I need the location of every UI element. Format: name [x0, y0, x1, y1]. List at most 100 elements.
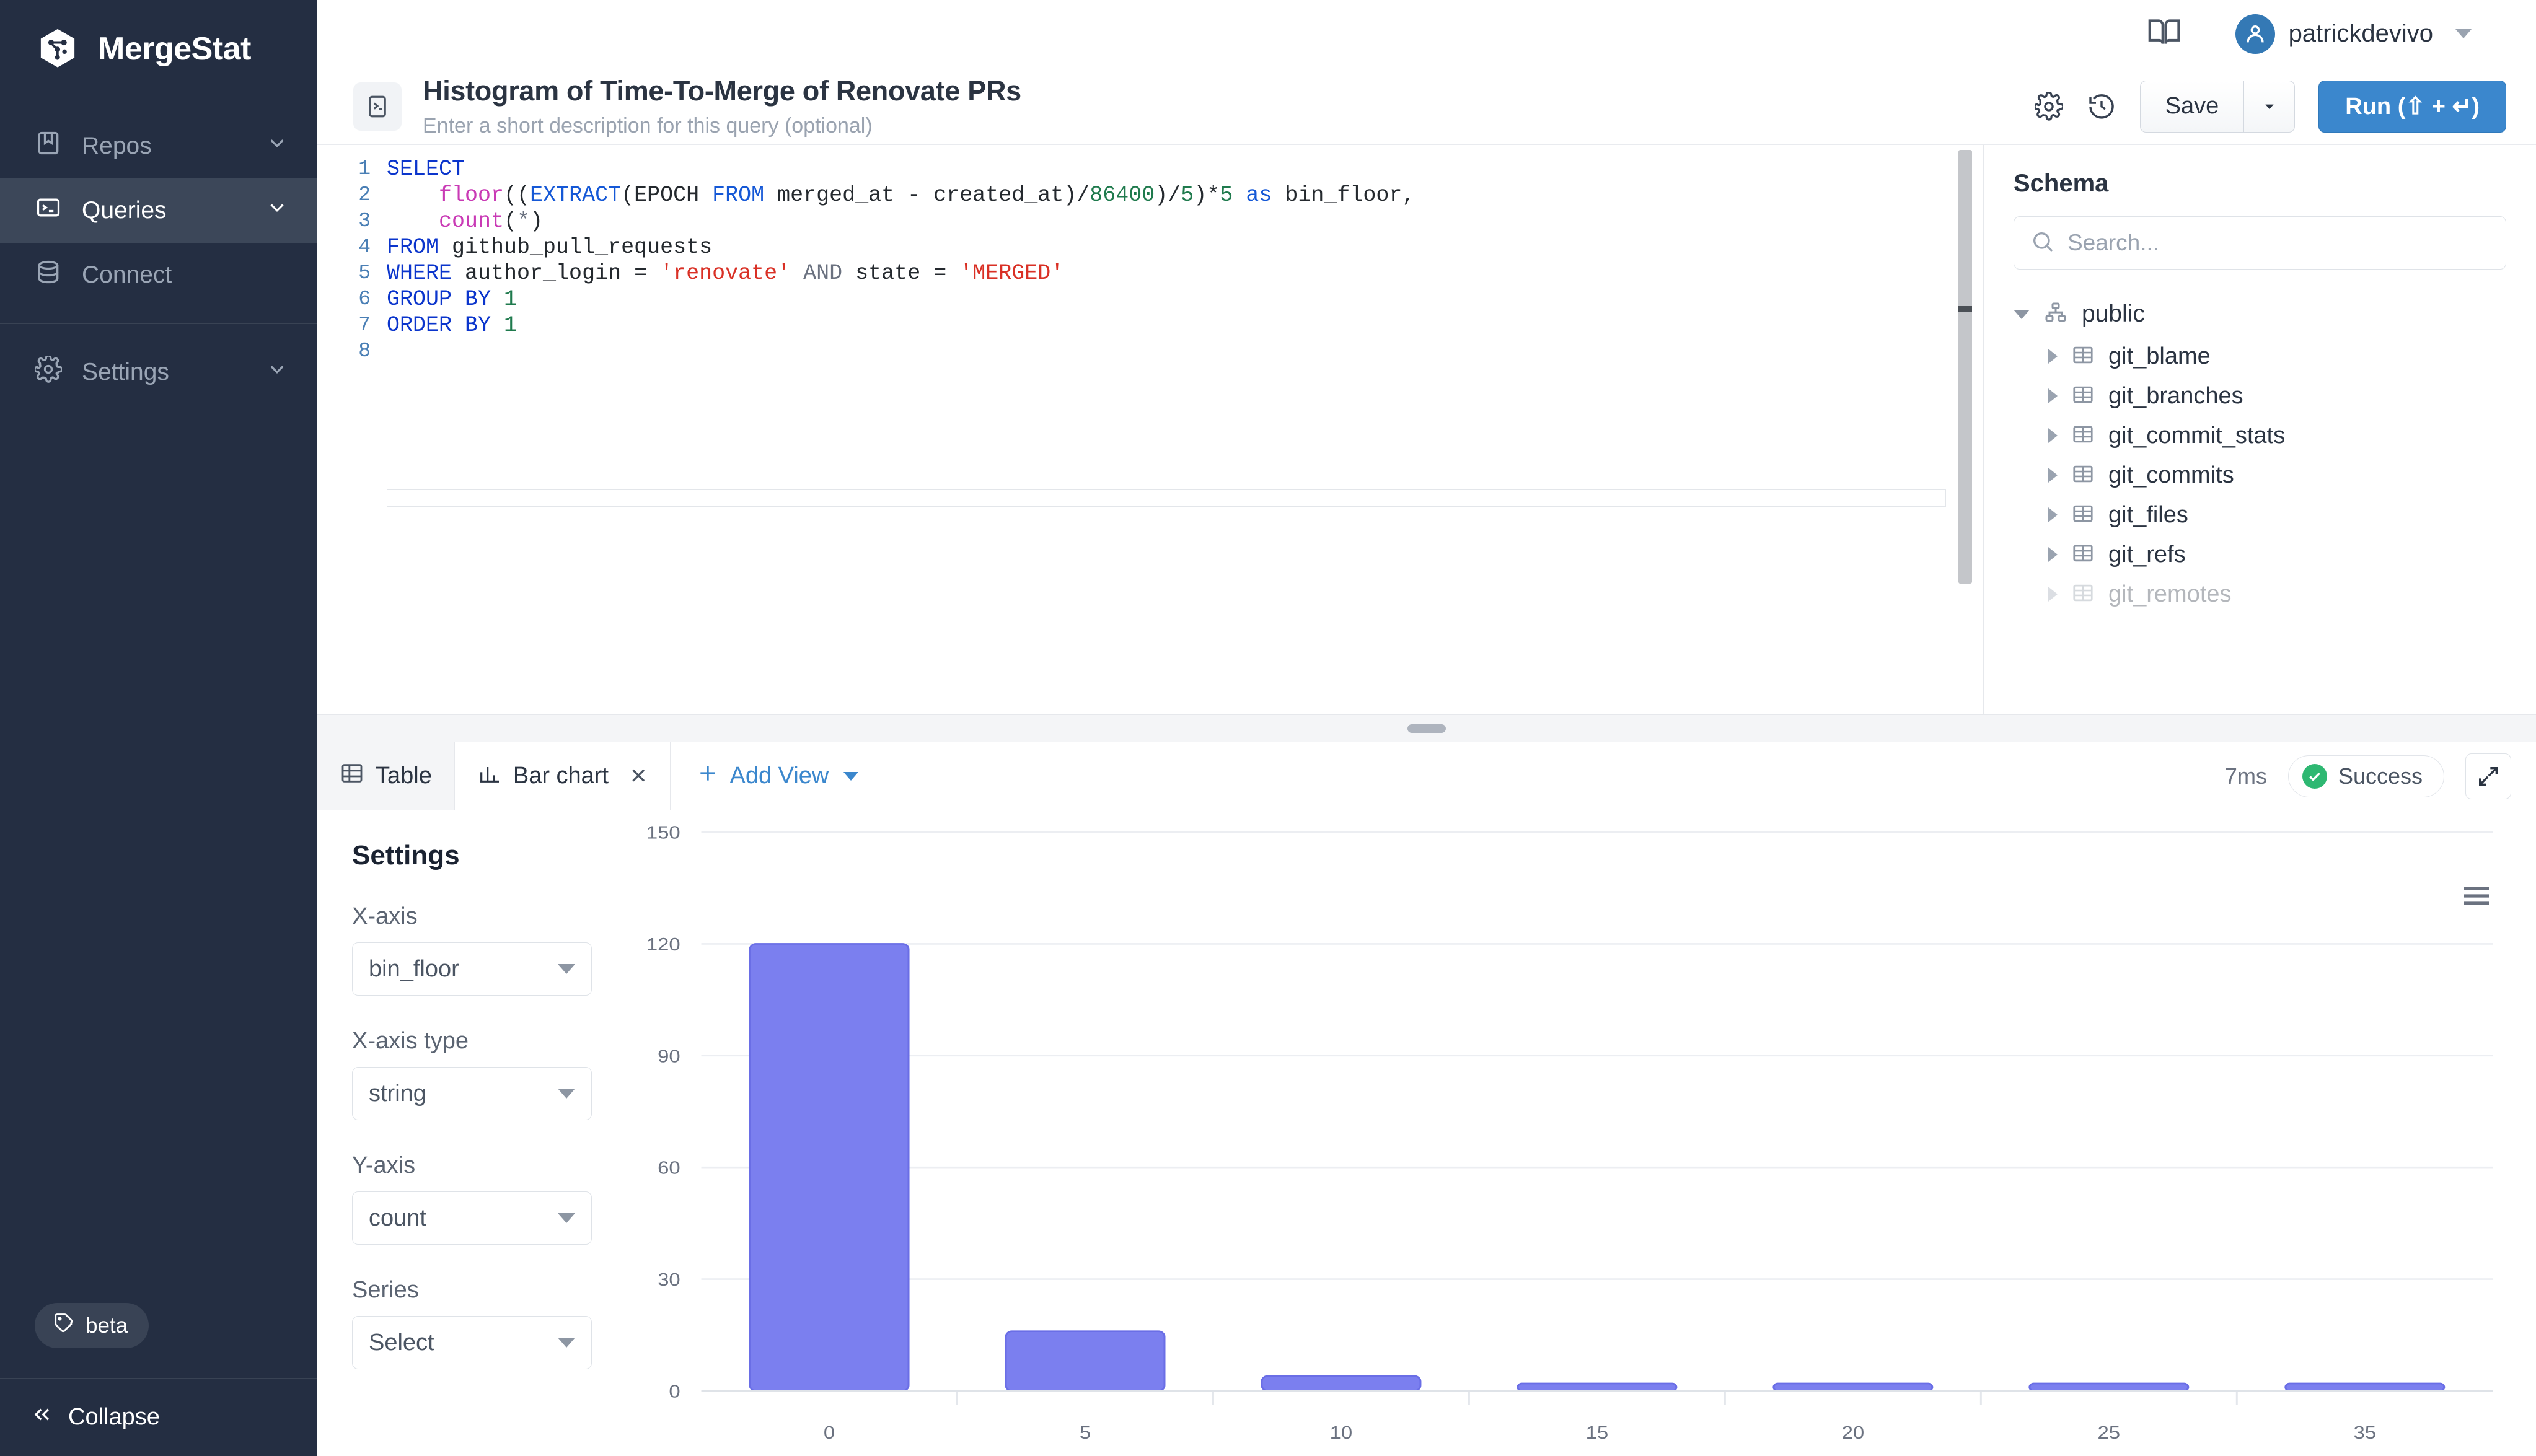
docs-button[interactable]	[2126, 15, 2203, 53]
query-header: Histogram of Time-To-Merge of Renovate P…	[317, 68, 2536, 145]
series-label: Series	[352, 1277, 592, 1304]
query-actions: Save Run (⇧ + ↵)	[2035, 81, 2506, 133]
schema-title: Schema	[2014, 170, 2506, 198]
chart-bar[interactable]	[2030, 1384, 2188, 1391]
query-description-input[interactable]: Enter a short description for this query…	[423, 114, 2014, 138]
sidebar-item-connect[interactable]: Connect	[0, 243, 317, 307]
code-line: 2 floor((EXTRACT(EPOCH FROM merged_at - …	[317, 182, 1983, 208]
editor-scrollbar-thumb[interactable]	[1958, 150, 1972, 584]
editor-scrollbar[interactable]	[1958, 150, 1972, 714]
schema-table-item[interactable]: git_refs	[2014, 535, 2506, 574]
x-axis-tick-label: 20	[1842, 1423, 1865, 1443]
table-icon	[2071, 343, 2095, 370]
schema-table-item[interactable]: git_remotes	[2014, 574, 2506, 614]
x-axis-type-select[interactable]: string	[352, 1067, 592, 1120]
sidebar-item-queries[interactable]: Queries	[0, 178, 317, 243]
run-button[interactable]: Run (⇧ + ↵)	[2318, 81, 2506, 133]
query-duration: 7ms	[2225, 763, 2267, 789]
y-axis-value: count	[369, 1205, 558, 1232]
chart-bar[interactable]	[1006, 1331, 1165, 1391]
brand-name: MergeStat	[98, 30, 251, 68]
gear-icon	[35, 356, 62, 389]
splitter-grip[interactable]	[1407, 724, 1446, 733]
schema-table-label: git_refs	[2108, 542, 2186, 568]
user-menu[interactable]: patrickdevivo	[2235, 14, 2472, 54]
table-icon	[2071, 581, 2095, 608]
chevron-down-icon	[558, 1213, 575, 1223]
status-label: Success	[2338, 763, 2423, 789]
schema-table-item[interactable]: git_commits	[2014, 455, 2506, 495]
results-status-area: 7ms Success	[2225, 742, 2536, 810]
table-icon	[2071, 542, 2095, 568]
code-text: count(*)	[387, 208, 543, 234]
sql-editor[interactable]: 1SELECT2 floor((EXTRACT(EPOCH FROM merge…	[317, 145, 1983, 714]
sidebar-item-repos[interactable]: Repos	[0, 114, 317, 178]
beta-wrap: beta	[0, 1303, 317, 1378]
schema-table-item[interactable]: git_commit_stats	[2014, 416, 2506, 455]
triangle-right-icon	[2048, 547, 2058, 562]
save-dropdown-button[interactable]	[2243, 81, 2294, 132]
close-icon[interactable]: ✕	[630, 764, 648, 789]
beta-badge: beta	[35, 1303, 149, 1348]
code-text: SELECT	[387, 156, 465, 182]
y-axis-select[interactable]: count	[352, 1191, 592, 1245]
beta-label: beta	[86, 1313, 128, 1338]
table-icon	[2071, 383, 2095, 410]
book-open-icon	[2147, 15, 2182, 53]
chart-bar[interactable]	[750, 944, 909, 1391]
app-root: MergeStat Repos	[0, 0, 2536, 1456]
bar-chart-svg: 0306090120150051015202535	[627, 810, 2536, 1456]
user-name: patrickdevivo	[2289, 20, 2433, 48]
query-history-button[interactable]	[2087, 92, 2116, 121]
schema-table-item[interactable]: git_blame	[2014, 336, 2506, 376]
results-tabbar: Table Bar chart ✕ Add View	[317, 742, 2536, 810]
chevron-down-icon	[2455, 29, 2472, 38]
triangle-right-icon	[2048, 428, 2058, 443]
panel-splitter[interactable]	[317, 715, 2536, 742]
triangle-right-icon	[2048, 468, 2058, 483]
triangle-right-icon	[2048, 388, 2058, 403]
tab-table[interactable]: Table	[317, 742, 455, 810]
schema-table-item[interactable]: git_files	[2014, 495, 2506, 535]
y-axis-tick-label: 90	[658, 1046, 680, 1066]
code-line: 6GROUP BY 1	[317, 286, 1983, 312]
chevron-down-icon	[265, 357, 289, 387]
sql-editor-lines[interactable]: 1SELECT2 floor((EXTRACT(EPOCH FROM merge…	[317, 145, 1983, 364]
terminal-icon	[353, 82, 402, 131]
editor-scrollbar-marker	[1958, 306, 1972, 312]
chart-bar[interactable]	[1774, 1384, 1932, 1391]
schema-table-list: git_blamegit_branchesgit_commit_statsgit…	[2014, 336, 2506, 614]
page-title[interactable]: Histogram of Time-To-Merge of Renovate P…	[423, 74, 2014, 107]
chart-bar[interactable]	[2286, 1384, 2444, 1391]
sidebar-item-settings[interactable]: Settings	[0, 340, 317, 405]
expand-button[interactable]	[2465, 753, 2511, 799]
schema-search[interactable]	[2014, 216, 2506, 270]
sidebar-nav: Repos Queries	[0, 114, 317, 405]
search-input[interactable]	[2067, 230, 2490, 256]
collapse-sidebar-button[interactable]: Collapse	[0, 1378, 317, 1456]
add-view-button[interactable]: Add View	[671, 742, 884, 810]
tab-bar-chart[interactable]: Bar chart ✕	[455, 742, 671, 810]
settings-title: Settings	[352, 840, 592, 871]
x-axis-select[interactable]: bin_floor	[352, 942, 592, 996]
y-axis-tick-label: 150	[646, 822, 680, 843]
x-axis-tick-label: 25	[2098, 1423, 2121, 1443]
line-number: 2	[317, 182, 387, 208]
table-icon	[2071, 462, 2095, 489]
chart-bar[interactable]	[1262, 1376, 1420, 1391]
bar-chart[interactable]: 0306090120150051015202535	[627, 810, 2536, 1456]
brand[interactable]: MergeStat	[0, 0, 317, 98]
query-settings-button[interactable]	[2035, 92, 2063, 121]
schema-table-item[interactable]: git_branches	[2014, 376, 2506, 416]
add-view-label: Add View	[730, 763, 829, 789]
schema-node-public[interactable]: public	[2014, 292, 2506, 336]
line-number: 6	[317, 286, 387, 312]
save-button[interactable]: Save	[2141, 81, 2244, 132]
chart-bar[interactable]	[1518, 1384, 1676, 1391]
schema-icon	[2043, 300, 2068, 328]
tab-label: Table	[376, 763, 432, 789]
x-axis-tick-label: 10	[1330, 1423, 1353, 1443]
series-select[interactable]: Select	[352, 1316, 592, 1369]
triangle-right-icon	[2048, 349, 2058, 364]
x-axis-tick-label: 5	[1080, 1423, 1091, 1443]
